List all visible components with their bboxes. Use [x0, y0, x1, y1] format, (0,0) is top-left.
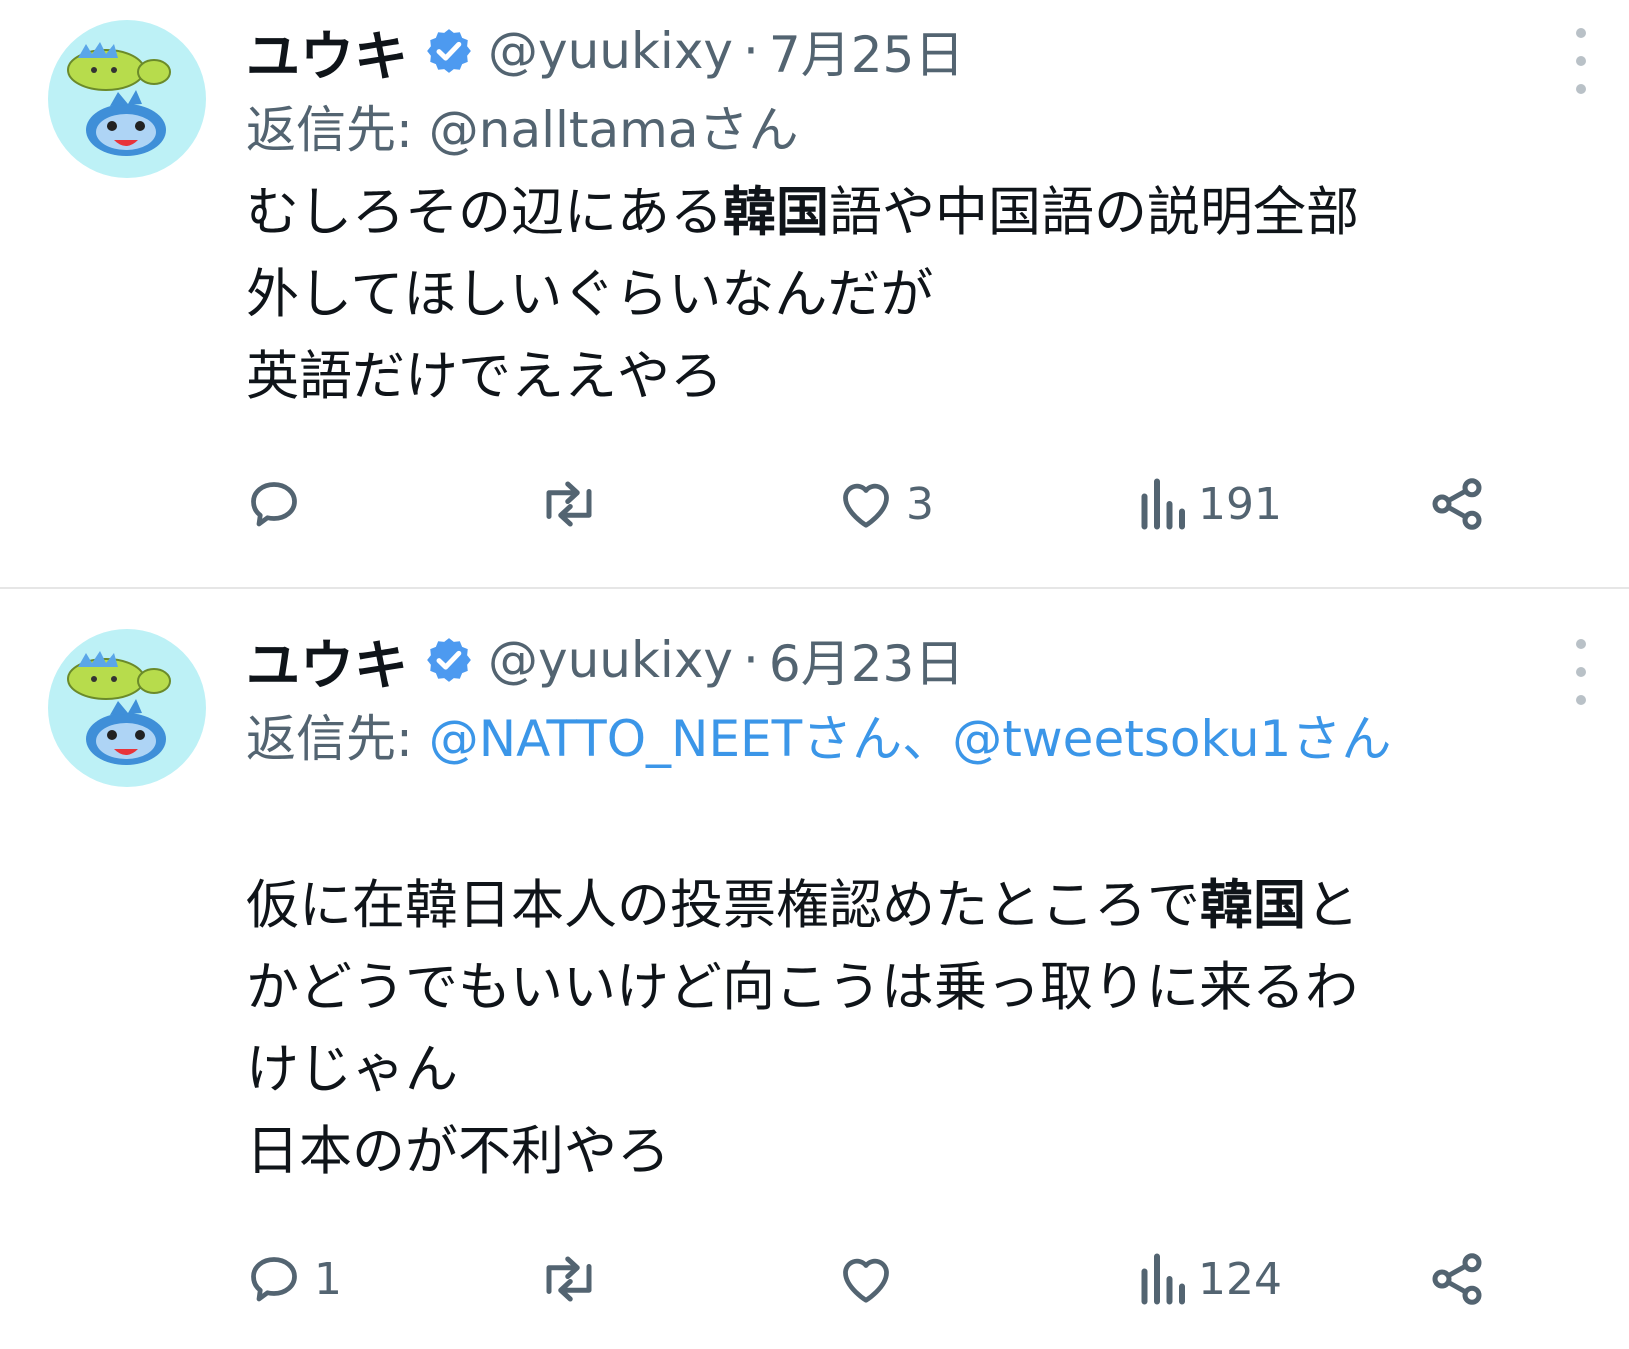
display-name[interactable]: ユウキ: [246, 12, 408, 91]
share-icon: [1432, 478, 1482, 530]
repost-button[interactable]: [536, 474, 612, 534]
tweet-actions: 1 124: [0, 1249, 1629, 1319]
tweet-date[interactable]: 6月23日: [769, 624, 964, 696]
tweet-text-line: 外してほしいぐらいなんだが: [246, 264, 934, 325]
tweet[interactable]: ユウキ @yuukixy · 7月25日 返信先: @nalltamaさん むし…: [0, 0, 1629, 589]
separator: ·: [743, 631, 759, 689]
display-name[interactable]: ユウキ: [246, 621, 408, 700]
reply-mention[interactable]: @NATTO_NEETさん、: [429, 710, 952, 768]
tweet-text-line: かどうでもいいけど向こうは乗っ取りに来るわ: [246, 957, 1358, 1018]
reply-mention[interactable]: @nalltamaさん: [429, 101, 799, 159]
like-count: 3: [906, 478, 934, 530]
reply-button[interactable]: 1: [244, 1249, 342, 1309]
verified-badge-icon: [424, 26, 474, 76]
tweet-text-line: 英語だけでええやろ: [246, 346, 723, 407]
separator: ·: [743, 22, 759, 80]
more-icon[interactable]: [1571, 28, 1591, 94]
tweet-actions: 3 191: [0, 474, 1629, 544]
tweet-text-line: けじゃん: [246, 1039, 458, 1100]
reply-icon: [251, 482, 297, 527]
tweet-header: ユウキ @yuukixy · 7月25日: [246, 14, 1569, 88]
reply-count: 1: [314, 1253, 342, 1305]
tweet-text: むしろその辺にある韓国語や中国語の説明全部 外してほしいぐらいなんだが 英語だけ…: [246, 172, 1569, 418]
reply-button[interactable]: [244, 474, 314, 534]
user-handle[interactable]: @yuukixy: [488, 22, 733, 80]
reply-prefix: 返信先:: [246, 101, 413, 159]
like-button[interactable]: [836, 1249, 906, 1309]
views-icon: [1141, 478, 1185, 530]
avatar[interactable]: [48, 20, 206, 178]
more-icon[interactable]: [1571, 639, 1591, 705]
repost-icon: [546, 481, 592, 527]
share-button[interactable]: [1426, 474, 1488, 534]
views-button[interactable]: 124: [1136, 1249, 1282, 1309]
tweet[interactable]: ユウキ @yuukixy · 6月23日 返信先: @NATTO_NEETさん、…: [0, 589, 1629, 1349]
verified-badge-icon: [424, 635, 474, 685]
views-icon: [1141, 1253, 1185, 1305]
like-icon: [843, 483, 889, 528]
reply-icon: [251, 1257, 297, 1302]
share-icon: [1432, 1253, 1482, 1305]
avatar[interactable]: [48, 629, 206, 787]
share-button[interactable]: [1426, 1249, 1488, 1309]
repost-button[interactable]: [536, 1249, 612, 1309]
tweet-text-line: 仮に在韓日本人の投票権認めたところで韓国と: [246, 875, 1359, 936]
tweet-text: 仮に在韓日本人の投票権認めたところで韓国と かどうでもいいけど向こうは乗っ取りに…: [246, 865, 1569, 1193]
tweet-text-line: むしろその辺にある韓国語や中国語の説明全部: [246, 182, 1359, 243]
reply-mention[interactable]: @tweetsoku1さん: [952, 710, 1391, 768]
tweet-date[interactable]: 7月25日: [769, 15, 964, 87]
reply-prefix: 返信先:: [246, 710, 413, 768]
user-handle[interactable]: @yuukixy: [488, 631, 733, 689]
like-icon: [843, 1258, 889, 1303]
tweet-text-line: 日本のが不利やろ: [246, 1121, 670, 1182]
views-button[interactable]: 191: [1136, 474, 1282, 534]
tweet-header: ユウキ @yuukixy · 6月23日: [246, 623, 1569, 697]
views-count: 191: [1198, 478, 1282, 530]
repost-icon: [546, 1256, 592, 1302]
like-button[interactable]: 3: [836, 474, 934, 534]
views-count: 124: [1198, 1253, 1282, 1305]
reply-context: 返信先: @nalltamaさん: [246, 88, 1569, 172]
reply-context: 返信先: @NATTO_NEETさん、@tweetsoku1さん: [246, 697, 1569, 865]
